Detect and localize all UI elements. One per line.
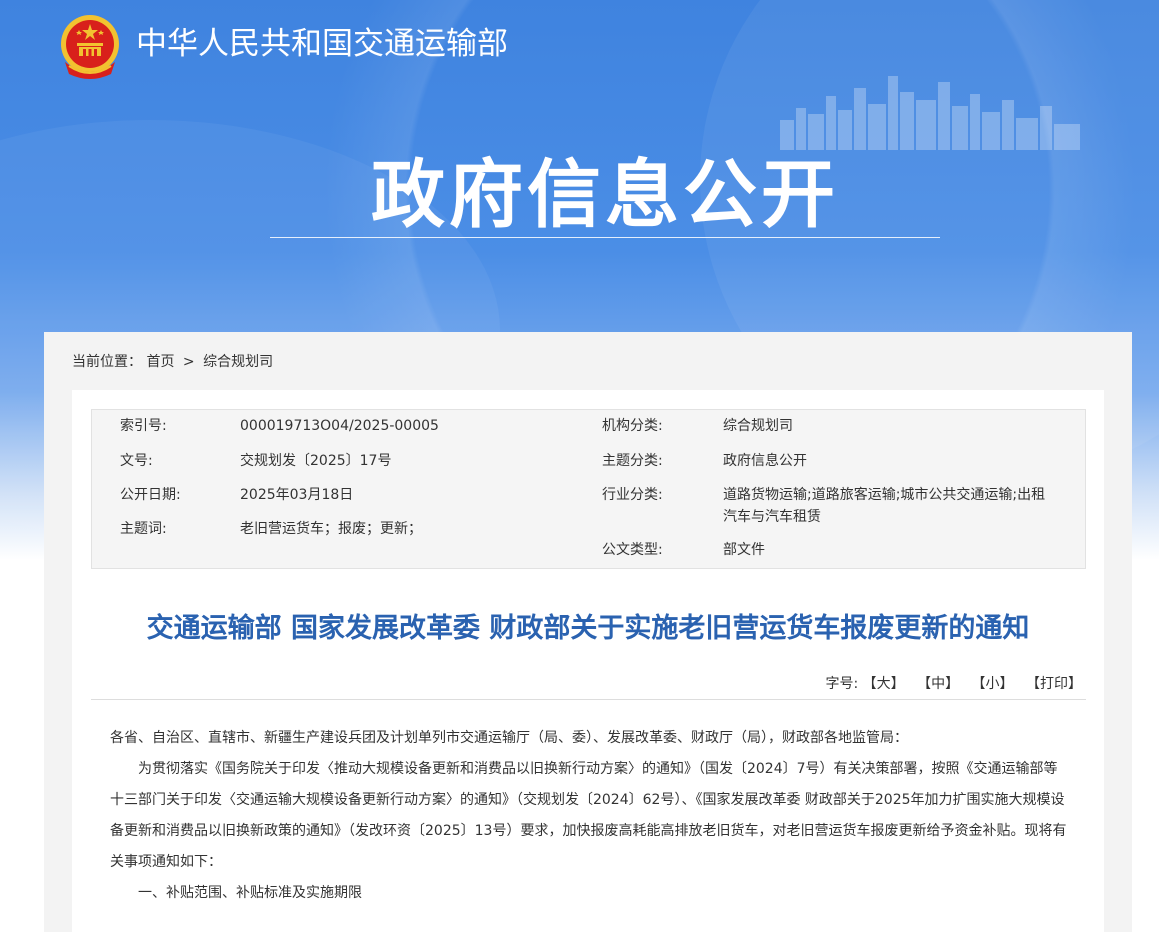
font-small-button[interactable]: 【小】 xyxy=(972,676,1014,692)
site-title[interactable]: 中华人民共和国交通运输部 xyxy=(136,24,508,64)
meta-industry-label: 行业分类: xyxy=(602,487,663,503)
meta-doctype-label: 公文类型: xyxy=(602,542,663,558)
print-button[interactable]: 【打印】 xyxy=(1026,676,1082,692)
meta-date-label: 公开日期: xyxy=(120,487,181,503)
city-skyline-icon xyxy=(780,76,1080,150)
meta-topic-label: 主题分类: xyxy=(602,453,663,469)
font-size-label: 字号: xyxy=(825,676,859,692)
font-large-button[interactable]: 【大】 xyxy=(863,676,905,692)
meta-industry-value: 道路货物运输;道路旅客运输;城市公共交通运输;出租汽车与汽车租赁 xyxy=(723,487,1046,525)
paragraph-text: 为贯彻落实《国务院关于印发〈推动大规模设备更新和消费品以旧换新行动方案〉的通知》… xyxy=(110,761,1067,870)
national-emblem-icon xyxy=(61,15,119,79)
meta-doctype-value: 部文件 xyxy=(723,542,765,558)
breadcrumb-label: 当前位置： xyxy=(72,354,142,370)
banner-title: 政府信息公开 xyxy=(371,152,839,238)
meta-date-value: 2025年03月18日 xyxy=(240,487,354,503)
metadata-table: 索引号: 000019713O04/2025-00005 机构分类: 综合规划司… xyxy=(91,409,1086,569)
meta-keywords-label: 主题词: xyxy=(120,521,167,537)
breadcrumb: 当前位置： 首页 > 综合规划司 xyxy=(72,351,273,371)
font-size-toolbar: 字号: 【大】 【中】 【小】 【打印】 xyxy=(825,673,1082,693)
meta-docno-label: 文号: xyxy=(120,453,153,469)
document-title: 交通运输部 国家发展改革委 财政部关于实施老旧营运货车报废更新的通知 xyxy=(146,613,1030,644)
breadcrumb-item-department[interactable]: 综合规划司 xyxy=(203,354,273,370)
meta-org-value: 综合规划司 xyxy=(723,418,793,434)
salutation-text: 各省、自治区、直辖市、新疆生产建设兵团及计划单列市交通运输厅（局、委）、发展改革… xyxy=(110,730,908,746)
meta-topic-value: 政府信息公开 xyxy=(723,453,807,469)
breadcrumb-item-home[interactable]: 首页 xyxy=(146,354,174,370)
article-panel: 索引号: 000019713O04/2025-00005 机构分类: 综合规划司… xyxy=(72,390,1104,950)
content-container: 当前位置： 首页 > 综合规划司 索引号: 000019713O04/2025-… xyxy=(44,332,1132,950)
section-heading: 一、补贴范围、补贴标准及实施期限 xyxy=(138,885,362,901)
meta-keywords-value: 老旧营运货车；报废；更新； xyxy=(240,521,422,537)
banner-divider xyxy=(270,237,940,238)
meta-index-label: 索引号: xyxy=(120,418,167,434)
meta-docno-value: 交规划发〔2025〕17号 xyxy=(240,453,392,469)
document-body: 各省、自治区、直辖市、新疆生产建设兵团及计划单列市交通运输厅（局、委）、发展改革… xyxy=(110,723,1070,909)
title-divider xyxy=(91,699,1086,700)
breadcrumb-separator: > xyxy=(182,354,195,370)
meta-org-label: 机构分类: xyxy=(602,418,663,434)
font-medium-button[interactable]: 【中】 xyxy=(917,676,959,692)
meta-index-value: 000019713O04/2025-00005 xyxy=(240,418,439,434)
